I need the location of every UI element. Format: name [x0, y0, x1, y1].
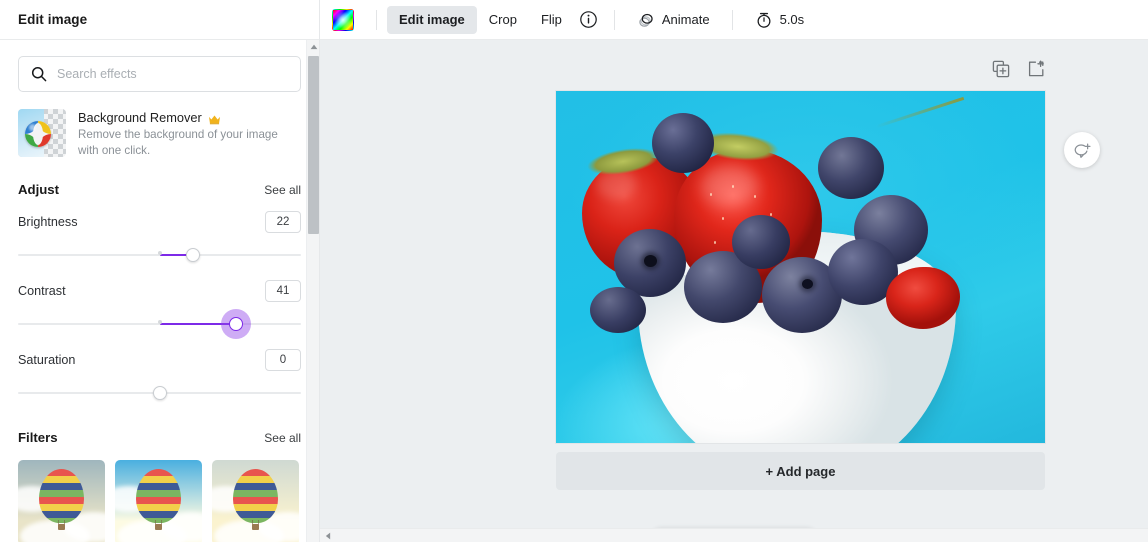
toolbar-divider-1 — [376, 9, 377, 30]
adjust-sliders: Brightness 22 Contrast 41 Saturation 0 — [18, 210, 301, 404]
duration-button[interactable]: 5.0s — [743, 6, 817, 34]
slider-saturation: Saturation 0 — [18, 348, 301, 404]
scroll-left-arrow-icon[interactable] — [320, 529, 336, 542]
slider-knob[interactable] — [186, 247, 201, 262]
filters-see-all-link[interactable]: See all — [264, 431, 301, 445]
toolbar-divider-3 — [731, 9, 733, 30]
slider-brightness: Brightness 22 — [18, 210, 301, 266]
hot-air-balloon — [39, 468, 84, 523]
slider-value-input[interactable]: 0 — [265, 348, 301, 371]
color-wheel-icon[interactable] — [332, 8, 354, 31]
add-page-button[interactable]: + Add page — [556, 452, 1045, 490]
beach-ball-icon — [25, 121, 51, 147]
background-remover-item[interactable]: Background Remover Remove the background… — [18, 109, 301, 160]
add-page-icon[interactable] — [1027, 60, 1045, 78]
slider-label: Saturation — [18, 352, 76, 367]
strawberry-right — [886, 267, 960, 329]
slider-center-tick — [157, 250, 162, 255]
filter-thumbnail — [115, 459, 202, 542]
filters-title: Filters — [18, 429, 58, 445]
add-comment-icon — [1073, 141, 1092, 160]
blueberry-9 — [590, 287, 646, 333]
adjust-section-header: Adjust See all — [18, 182, 301, 197]
blueberry-8 — [732, 215, 790, 269]
filters-section-header: Filters See all — [18, 430, 301, 445]
crown-icon — [208, 112, 221, 125]
filter-card-festive[interactable]: Festive — [115, 459, 202, 542]
filter-thumbnail — [212, 459, 299, 542]
page-title: Edit image — [18, 12, 88, 27]
sidebar-scrollbar[interactable] — [306, 40, 319, 542]
balloon-basket — [58, 523, 65, 530]
slider-value-input[interactable]: 22 — [265, 210, 301, 233]
animate-button[interactable]: Animate — [625, 6, 722, 34]
blueberry-1 — [652, 113, 714, 173]
tab-crop[interactable]: Crop — [477, 6, 529, 34]
slider-label: Brightness — [18, 214, 78, 229]
balloon-basket — [252, 523, 259, 530]
slider-knob[interactable] — [228, 316, 243, 331]
image-editor-app: Edit image Search effects Background Rem… — [0, 0, 1148, 542]
slider-center-tick — [157, 319, 162, 324]
canvas-area: + Add page — [320, 40, 1148, 542]
sidebar-scrollbar-track[interactable] — [307, 236, 319, 542]
add-comment-button[interactable] — [1064, 132, 1100, 168]
slider-track-wrap[interactable] — [18, 313, 301, 335]
canvas-horizontal-scrollbar[interactable] — [320, 528, 1148, 542]
slider-label: Contrast — [18, 283, 66, 298]
slider-knob[interactable] — [152, 385, 167, 400]
filters-grid: EpicFestiveSummer — [18, 459, 301, 542]
filter-card-epic[interactable]: Epic — [18, 459, 105, 542]
add-page-label: + Add page — [765, 463, 836, 479]
info-icon[interactable] — [574, 6, 604, 34]
main-area: Edit image Crop Flip Animate 5.0s + Add … — [320, 0, 1148, 542]
blueberry-2 — [818, 137, 884, 199]
search-icon — [31, 66, 47, 82]
top-toolbar: Edit image Crop Flip Animate 5.0s — [320, 0, 1148, 40]
tab-edit-image[interactable]: Edit image — [387, 5, 477, 34]
slider-value-input[interactable]: 41 — [265, 279, 301, 302]
tab-flip[interactable]: Flip — [529, 6, 574, 34]
slider-fill — [159, 322, 236, 325]
slider-row: Contrast 41 — [18, 279, 301, 302]
hot-air-balloon — [136, 468, 181, 523]
slider-contrast: Contrast 41 — [18, 279, 301, 335]
sidebar-scroll-content: Search effects Background Remover Remove… — [0, 40, 319, 542]
slider-track-wrap[interactable] — [18, 244, 301, 266]
sidebar-scrollbar-thumb[interactable] — [308, 56, 319, 234]
adjust-title: Adjust — [18, 181, 60, 197]
slider-row: Saturation 0 — [18, 348, 301, 371]
timer-icon — [755, 11, 773, 29]
adjust-see-all-link[interactable]: See all — [264, 183, 301, 197]
duplicate-page-icon[interactable] — [992, 60, 1010, 78]
beach-ball-transparency-thumbnail — [18, 109, 66, 157]
scroll-up-arrow-icon[interactable] — [307, 40, 320, 54]
edited-photo — [556, 91, 1045, 443]
toolbar-divider-2 — [613, 9, 615, 30]
slider-row: Brightness 22 — [18, 210, 301, 233]
animate-icon — [637, 11, 655, 29]
animate-label: Animate — [661, 12, 710, 27]
background-remover-text: Background Remover Remove the background… — [78, 109, 300, 160]
effects-sidebar: Edit image Search effects Background Rem… — [0, 0, 320, 542]
search-placeholder: Search effects — [57, 67, 137, 81]
filter-card-summer[interactable]: Summer — [212, 459, 299, 542]
slider-track-wrap[interactable] — [18, 382, 301, 404]
sidebar-header: Edit image — [0, 0, 319, 40]
duration-label: 5.0s — [779, 12, 805, 27]
hot-air-balloon — [233, 468, 278, 523]
background-remover-description: Remove the background of your image with… — [78, 128, 278, 158]
search-input[interactable]: Search effects — [18, 56, 301, 92]
image-canvas[interactable] — [556, 91, 1045, 443]
filter-thumbnail — [18, 459, 105, 542]
balloon-basket — [155, 523, 162, 530]
page-action-buttons — [992, 60, 1045, 78]
background-remover-title: Background Remover — [78, 110, 202, 125]
